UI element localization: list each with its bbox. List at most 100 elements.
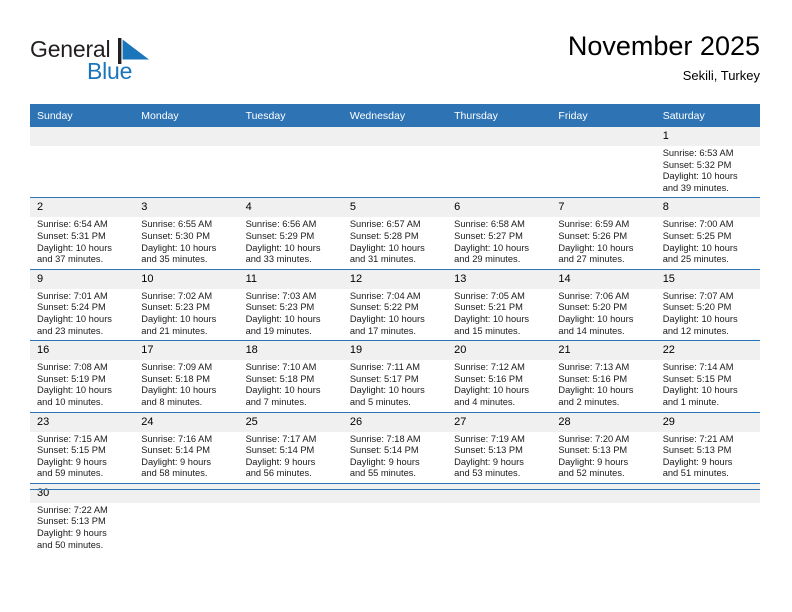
title-block: November 2025 Sekili, Turkey [568,30,760,84]
daylight-text-line2: and 59 minutes. [37,468,104,479]
calendar-day-cell[interactable]: 22 Sunrise: 7:14 AM Sunset: 5:15 PM Dayligh… [655,340,760,412]
day-number: 10 [134,269,239,289]
calendar-day-cell[interactable]: 17 Sunrise: 7:09 AM Sunset: 5:18 PM Dayligh… [134,340,239,412]
weekday-header-monday: Monday [134,104,239,127]
day-number [134,127,239,146]
day-number [655,483,760,503]
sunrise-text: Sunrise: 7:19 AM [454,433,525,444]
calendar-day-cell[interactable]: 12 Sunrise: 7:04 AM Sunset: 5:22 PM Dayligh… [342,268,448,341]
daylight-text-line2: and 21 minutes. [141,325,208,336]
sunrise-text: Sunrise: 6:56 AM [245,219,317,230]
general-blue-logo[interactable]: General Blue [30,36,210,92]
calendar-day-cell[interactable]: 11 Sunrise: 7:03 AM Sunset: 5:23 PM Dayligh… [238,268,343,341]
calendar-day-cell[interactable]: 30 Sunrise: 7:22 AM Sunset: 5:13 PM Dayligh… [30,482,135,555]
calendar-day-cell[interactable]: 7 Sunrise: 6:59 AM Sunset: 5:26 PM Daylight… [551,197,656,270]
calendar-day-cell[interactable]: 18 Sunrise: 7:10 AM Sunset: 5:18 PM Dayligh… [238,340,343,412]
sunset-text: Sunset: 5:20 PM [662,302,732,313]
calendar-day-cell[interactable]: 28 Sunrise: 7:20 AM Sunset: 5:13 PM Dayligh… [551,411,656,484]
calendar-day-cell[interactable]: 6 Sunrise: 6:58 AM Sunset: 5:27 PM Daylight… [447,197,552,270]
calendar-day-cell[interactable]: 2 Sunrise: 6:54 AM Sunset: 5:31 PM Daylight… [30,197,135,270]
daylight-text-line1: Daylight: 10 hours [141,385,217,396]
day-number [342,483,448,503]
calendar-day-cell[interactable]: 16 Sunrise: 7:08 AM Sunset: 5:19 PM Dayligh… [30,340,135,412]
day-number: 20 [447,341,552,361]
day-number: 27 [447,412,552,432]
day-details: Sunrise: 7:16 AM Sunset: 5:14 PM Daylight:… [134,432,238,483]
day-number [551,127,656,146]
daylight-text-line2: and 7 minutes. [245,396,307,407]
day-details: Sunrise: 6:57 AM Sunset: 5:28 PM Daylight:… [343,217,447,268]
sunrise-text: Sunrise: 6:55 AM [141,219,213,230]
day-details: Sunrise: 6:59 AM Sunset: 5:26 PM Daylight:… [551,217,655,268]
calendar-day-cell-empty [134,127,239,198]
sunset-text: Sunset: 5:18 PM [245,373,315,384]
calendar-day-cell[interactable]: 10 Sunrise: 7:02 AM Sunset: 5:23 PM Dayligh… [134,268,239,341]
day-details: Sunrise: 7:06 AM Sunset: 5:20 PM Daylight:… [551,289,655,340]
daylight-text-line1: Daylight: 10 hours [349,242,425,253]
day-number: 26 [342,412,448,432]
sunrise-sunset-calendar-table: Sunday Monday Tuesday Wednesday Thursday… [30,104,760,555]
calendar-day-cell[interactable]: 13 Sunrise: 7:05 AM Sunset: 5:21 PM Dayligh… [447,268,552,341]
weekday-header-row: Sunday Monday Tuesday Wednesday Thursday… [30,104,760,127]
sunset-text: Sunset: 5:23 PM [245,302,315,313]
calendar-day-cell[interactable]: 19 Sunrise: 7:11 AM Sunset: 5:17 PM Dayligh… [342,340,448,412]
day-details: Sunrise: 7:18 AM Sunset: 5:14 PM Daylight:… [343,432,447,483]
daylight-text-line2: and 25 minutes. [662,254,729,265]
daylight-text-line2: and 14 minutes. [558,325,625,336]
calendar-day-cell[interactable]: 15 Sunrise: 7:07 AM Sunset: 5:20 PM Dayligh… [655,268,760,341]
calendar-day-cell[interactable]: 4 Sunrise: 6:56 AM Sunset: 5:29 PM Daylight… [238,197,343,270]
calendar-day-cell[interactable]: 3 Sunrise: 6:55 AM Sunset: 5:30 PM Daylight… [134,197,239,270]
day-details: Sunrise: 7:07 AM Sunset: 5:20 PM Daylight:… [656,289,760,340]
sunset-text: Sunset: 5:14 PM [141,445,211,456]
day-details: Sunrise: 7:14 AM Sunset: 5:15 PM Daylight:… [656,360,760,411]
day-number [134,483,239,503]
calendar-day-cell[interactable]: 1 Sunrise: 6:53 AM Sunset: 5:32 PM Daylight… [655,127,760,198]
day-details: Sunrise: 7:20 AM Sunset: 5:13 PM Daylight:… [551,432,655,483]
day-number: 4 [238,198,343,218]
calendar-day-cell[interactable]: 14 Sunrise: 7:06 AM Sunset: 5:20 PM Dayligh… [551,268,656,341]
calendar-day-cell[interactable]: 5 Sunrise: 6:57 AM Sunset: 5:28 PM Daylight… [342,197,448,270]
daylight-text-line2: and 58 minutes. [141,468,208,479]
daylight-text-line1: Daylight: 10 hours [37,385,112,396]
daylight-text-line1: Daylight: 10 hours [454,313,530,324]
daylight-text-line1: Daylight: 10 hours [558,313,634,324]
sunset-text: Sunset: 5:24 PM [37,302,106,313]
calendar-day-cell[interactable]: 26 Sunrise: 7:18 AM Sunset: 5:14 PM Dayligh… [342,411,448,484]
day-number: 21 [551,341,656,361]
calendar-week-row: 2 Sunrise: 6:54 AM Sunset: 5:31 PM Daylight… [30,197,760,270]
calendar-day-cell-empty [551,127,656,198]
calendar-day-cell[interactable]: 24 Sunrise: 7:16 AM Sunset: 5:14 PM Dayligh… [134,411,239,484]
day-number [551,483,656,503]
calendar-day-cell-empty [30,127,135,198]
sunrise-text: Sunrise: 7:20 AM [558,433,630,444]
calendar-day-cell-empty [342,127,448,198]
sunset-text: Sunset: 5:21 PM [454,302,523,313]
day-details: Sunrise: 7:02 AM Sunset: 5:23 PM Daylight:… [134,289,238,340]
calendar-day-cell[interactable]: 29 Sunrise: 7:21 AM Sunset: 5:13 PM Dayligh… [655,411,760,484]
sunrise-text: Sunrise: 7:18 AM [349,433,421,444]
day-details: Sunrise: 7:21 AM Sunset: 5:13 PM Daylight:… [656,432,760,483]
calendar-day-cell[interactable]: 20 Sunrise: 7:12 AM Sunset: 5:16 PM Dayligh… [447,340,552,412]
calendar-day-cell[interactable]: 8 Sunrise: 7:00 AM Sunset: 5:25 PM Daylight… [655,197,760,270]
daylight-text-line1: Daylight: 10 hours [37,242,112,253]
day-number: 5 [342,198,448,218]
calendar-day-cell[interactable]: 9 Sunrise: 7:01 AM Sunset: 5:24 PM Daylight… [30,268,135,341]
calendar-day-cell[interactable]: 21 Sunrise: 7:13 AM Sunset: 5:16 PM Dayligh… [551,340,656,412]
sunset-text: Sunset: 5:32 PM [662,159,732,170]
calendar-day-cell-empty [551,482,656,555]
day-number: 29 [655,412,760,432]
sunset-text: Sunset: 5:14 PM [245,445,315,456]
daylight-text-line1: Daylight: 9 hours [37,456,107,467]
calendar-day-cell[interactable]: 25 Sunrise: 7:17 AM Sunset: 5:14 PM Dayligh… [238,411,343,484]
sunset-text: Sunset: 5:22 PM [349,302,419,313]
calendar-day-cell[interactable]: 27 Sunrise: 7:19 AM Sunset: 5:13 PM Dayligh… [447,411,552,484]
daylight-text-line1: Daylight: 10 hours [454,242,530,253]
daylight-text-line2: and 33 minutes. [245,254,312,265]
daylight-text-line1: Daylight: 9 hours [662,456,733,467]
calendar-day-cell[interactable]: 23 Sunrise: 7:15 AM Sunset: 5:15 PM Dayligh… [30,411,135,484]
day-details: Sunrise: 6:53 AM Sunset: 5:32 PM Daylight:… [656,146,760,197]
day-number [238,483,343,503]
daylight-text-line2: and 35 minutes. [141,254,208,265]
sunrise-text: Sunrise: 7:16 AM [141,433,213,444]
day-number: 8 [655,198,760,218]
